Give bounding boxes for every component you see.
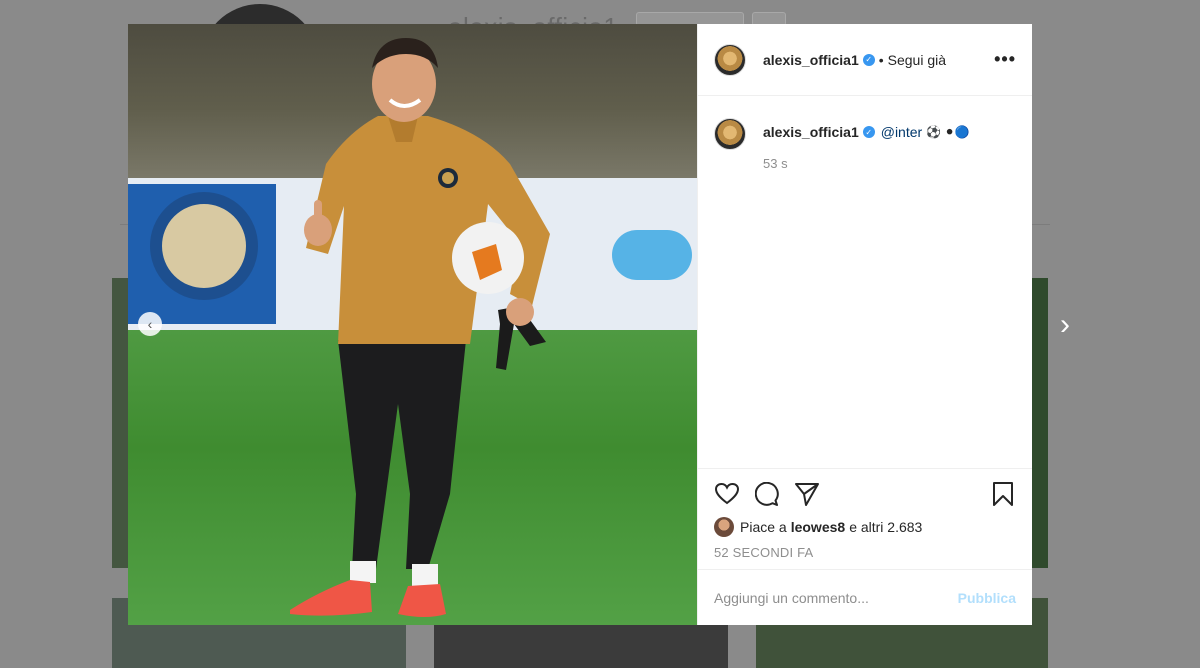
background-grid-post — [1032, 278, 1048, 568]
caption-emojis: ⚽ ⚫🔵 — [926, 125, 970, 139]
caption-line: alexis_officia1 ✓ @inter ⚽ ⚫🔵 — [763, 124, 969, 140]
caption-body: alexis_officia1 ✓ @inter ⚽ ⚫🔵 53 s — [763, 124, 969, 171]
share-icon[interactable] — [794, 481, 820, 507]
next-post-button[interactable]: › — [1060, 310, 1080, 340]
comments-section: alexis_officia1 ✓ @inter ⚽ ⚫🔵 53 s — [698, 96, 1032, 468]
liker-username[interactable]: leowes8 — [791, 519, 845, 535]
chevron-right-icon: › — [1060, 308, 1070, 341]
post-modal: ‹ alexis_officia1 ✓ • Segui già ••• alex… — [128, 24, 1032, 625]
background-grid-post — [112, 278, 128, 568]
verified-badge-icon: ✓ — [862, 126, 875, 138]
post-timestamp: 52 SECONDI FA — [714, 545, 814, 560]
follow-status-button[interactable]: Segui già — [888, 52, 946, 68]
author-avatar[interactable] — [714, 43, 746, 76]
author-username[interactable]: alexis_officia1 — [763, 52, 859, 68]
comment-input[interactable] — [714, 589, 958, 606]
separator-dot: • — [878, 51, 884, 68]
chevron-left-icon: ‹ — [147, 316, 153, 332]
post-photo[interactable]: ‹ — [128, 24, 697, 625]
verified-badge-icon: ✓ — [862, 53, 875, 66]
liker-avatar — [714, 517, 734, 537]
publish-button[interactable]: Pubblica — [958, 590, 1016, 606]
comment-icon[interactable] — [754, 481, 780, 507]
photo-player — [290, 38, 550, 617]
caption-timestamp: 53 s — [763, 156, 788, 171]
add-comment-bar: Pubblica — [698, 569, 1032, 625]
likes-prefix: Piace a — [740, 519, 787, 535]
caption: alexis_officia1 ✓ @inter ⚽ ⚫🔵 53 s — [714, 118, 1016, 171]
caption-author-avatar[interactable] — [714, 118, 746, 150]
heart-icon[interactable] — [714, 481, 740, 507]
more-options-icon[interactable]: ••• — [994, 49, 1016, 70]
likes-suffix[interactable]: e altri 2.683 — [849, 519, 922, 535]
post-actions: Piace a leowes8 e altri 2.683 52 SECONDI… — [698, 468, 1032, 569]
caption-mention-link[interactable]: @inter — [881, 124, 922, 140]
likes-summary[interactable]: Piace a leowes8 e altri 2.683 — [714, 517, 1016, 537]
post-sidebar: alexis_officia1 ✓ • Segui già ••• alexis… — [697, 24, 1032, 625]
previous-photo-button[interactable]: ‹ — [138, 312, 162, 336]
bookmark-icon[interactable] — [990, 481, 1016, 507]
action-icons-row — [714, 479, 1016, 509]
post-header: alexis_officia1 ✓ • Segui già ••• — [698, 24, 1032, 96]
caption-username[interactable]: alexis_officia1 — [763, 124, 859, 140]
